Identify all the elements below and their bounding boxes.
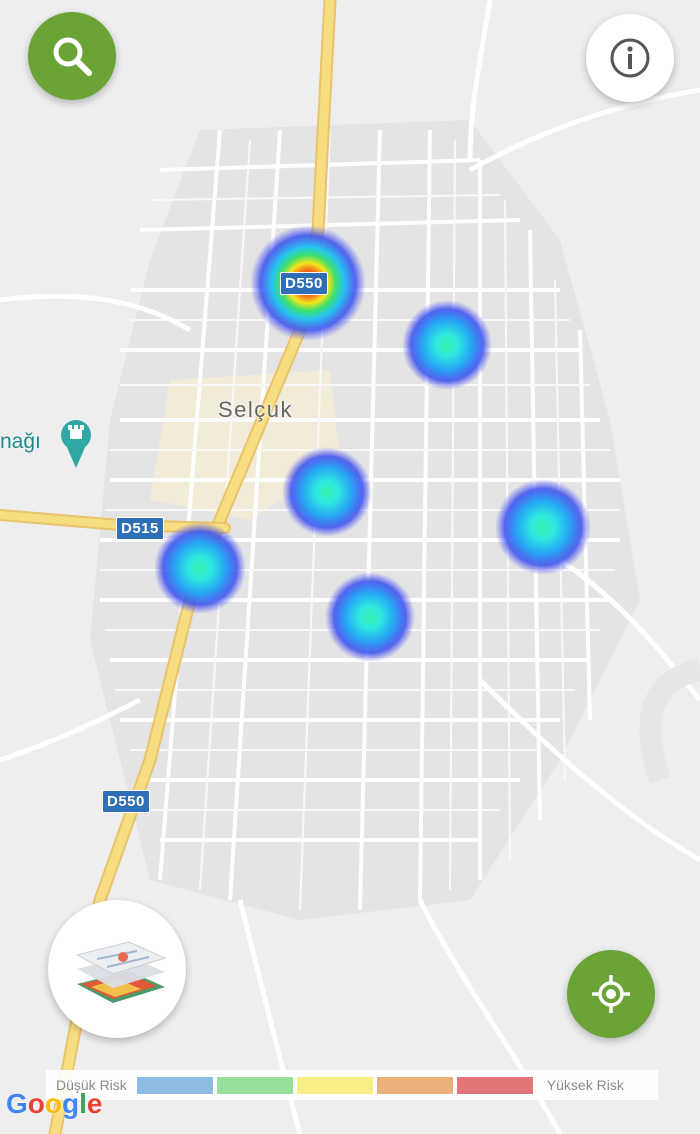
search-button[interactable]: [28, 12, 116, 100]
map-layers-icon: [75, 941, 167, 1003]
info-button[interactable]: [586, 14, 674, 102]
legend-swatch: [456, 1076, 533, 1094]
heat-hotspot: [154, 522, 246, 614]
heat-hotspot: [495, 479, 591, 575]
search-icon: [53, 37, 92, 76]
road-shield-d550: D550: [102, 790, 150, 813]
my-location-icon: [592, 975, 630, 1013]
road-shield-d515: D515: [116, 517, 164, 540]
heat-hotspot: [325, 572, 415, 662]
risk-legend: Düşük Risk Yüksek Risk: [46, 1070, 658, 1100]
legend-swatch: [216, 1076, 293, 1094]
heat-hotspot: [402, 300, 492, 390]
poi-label: nağı: [0, 430, 41, 453]
legend-swatch: [296, 1076, 373, 1094]
my-location-button[interactable]: [567, 950, 655, 1038]
legend-high-label: Yüksek Risk: [546, 1077, 624, 1093]
google-logo: Google: [6, 1088, 103, 1119]
road-shield-d550: D550: [280, 272, 328, 295]
info-icon: [610, 38, 650, 78]
legend-swatch: [376, 1076, 453, 1094]
legend-swatch: [136, 1076, 213, 1094]
map-layers-button[interactable]: [48, 900, 186, 1038]
town-label: Selçuk: [218, 397, 294, 422]
heat-hotspot: [282, 447, 372, 537]
